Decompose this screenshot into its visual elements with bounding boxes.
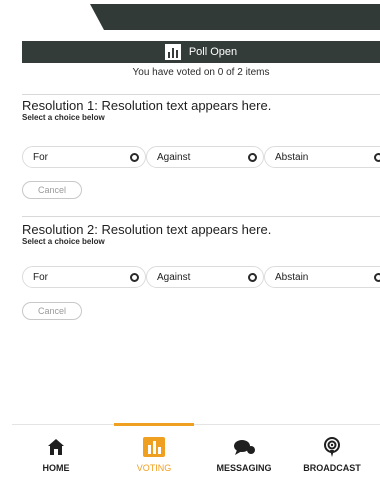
resolution-title: Resolution 2: Resolution text appears he… (22, 222, 272, 237)
option-abstain[interactable]: Abstain (264, 266, 380, 288)
option-label: For (33, 271, 48, 283)
radio-icon[interactable] (248, 152, 257, 162)
cancel-button[interactable]: Cancel (22, 302, 82, 320)
option-abstain[interactable]: Abstain (264, 146, 380, 168)
nav-label: HOME (42, 463, 70, 473)
bottom-nav: HOME VOTING MESSAGING BROADCAST (12, 423, 380, 492)
resolution-hint: Select a choice below (22, 113, 105, 122)
option-label: Abstain (275, 151, 309, 163)
divider (22, 216, 380, 217)
broadcast-icon (323, 437, 341, 457)
radio-icon[interactable] (130, 152, 139, 162)
option-against[interactable]: Against (146, 266, 264, 288)
poll-chart-icon (164, 44, 181, 60)
nav-voting[interactable]: VOTING (110, 425, 198, 492)
radio-icon[interactable] (248, 272, 257, 282)
option-label: Against (157, 271, 191, 283)
poll-title: Poll Open (188, 46, 238, 58)
option-against[interactable]: Against (146, 146, 264, 168)
nav-messaging[interactable]: MESSAGING (200, 425, 288, 492)
cancel-button[interactable]: Cancel (22, 181, 82, 199)
poll-header: Poll Open (22, 41, 380, 63)
option-for[interactable]: For (22, 266, 146, 288)
voting-screen: Poll Open You have voted on 0 of 2 items… (12, 4, 380, 492)
divider (22, 94, 380, 95)
chat-bubbles-icon (233, 437, 255, 457)
option-label: Against (157, 151, 191, 163)
option-for[interactable]: For (22, 146, 146, 168)
nav-broadcast[interactable]: BROADCAST (288, 425, 376, 492)
radio-icon[interactable] (130, 272, 139, 282)
resolution-hint: Select a choice below (22, 237, 105, 246)
nav-label: BROADCAST (303, 463, 361, 473)
radio-icon[interactable] (374, 152, 380, 162)
radio-icon[interactable] (374, 272, 380, 282)
resolution-card-1: Resolution 1: Resolution text appears he… (22, 94, 380, 214)
resolution-card-2: Resolution 2: Resolution text appears he… (22, 218, 380, 338)
top-bar-strip (90, 4, 380, 30)
nav-label: VOTING (136, 463, 172, 473)
nav-home[interactable]: HOME (12, 425, 100, 492)
voting-chart-icon (143, 437, 165, 457)
option-label: For (33, 151, 48, 163)
option-label: Abstain (275, 271, 309, 283)
home-icon (47, 437, 65, 457)
resolution-title: Resolution 1: Resolution text appears he… (22, 98, 272, 113)
vote-status-text: You have voted on 0 of 2 items (132, 67, 270, 78)
nav-label: MESSAGING (216, 463, 272, 473)
